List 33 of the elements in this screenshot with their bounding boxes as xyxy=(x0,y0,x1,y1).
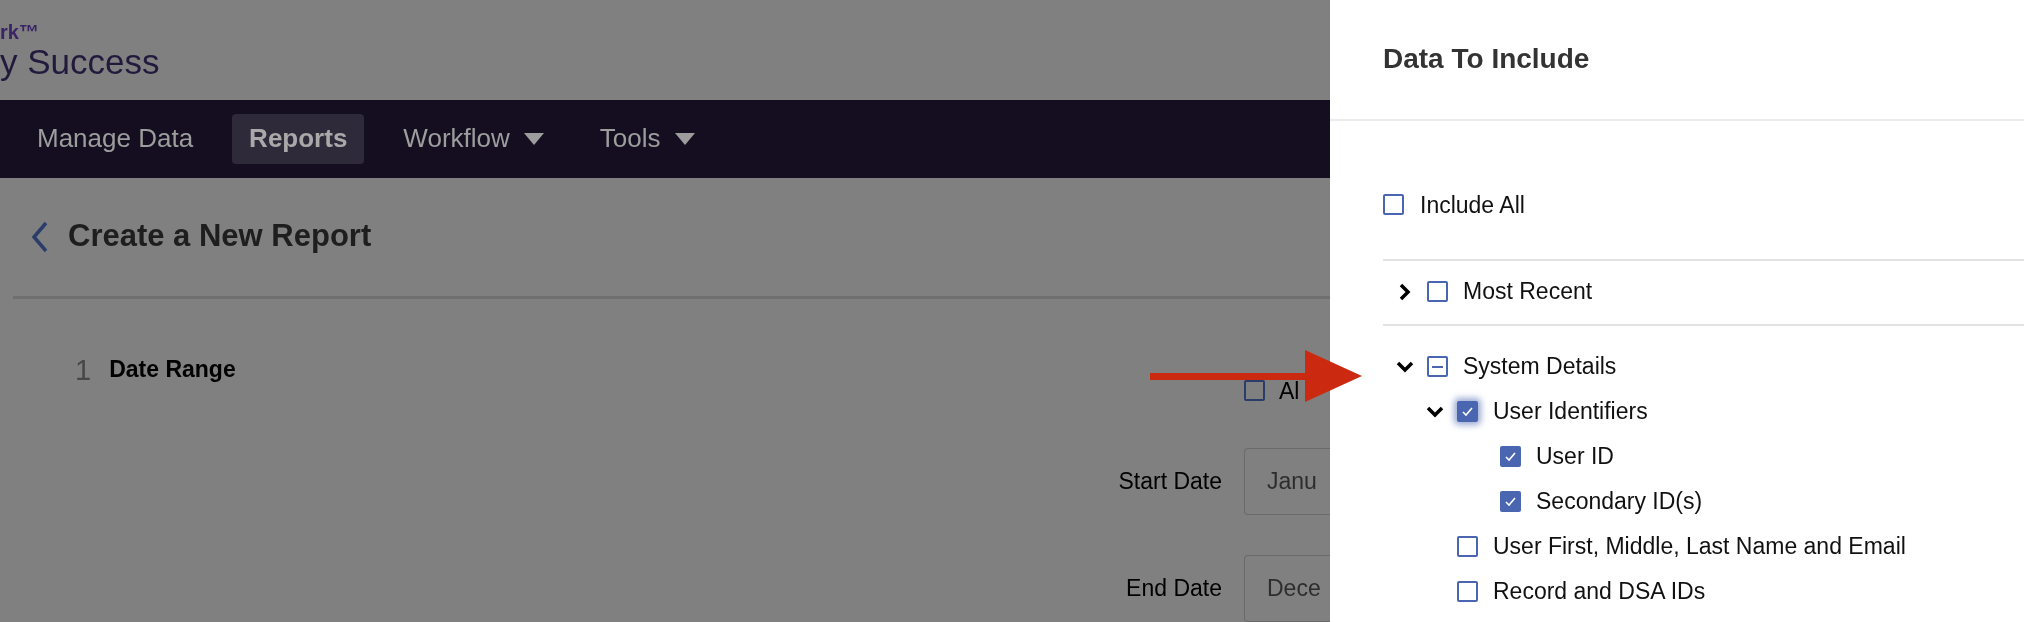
nav-tab[interactable]: Workflow xyxy=(386,113,561,164)
panel-title: Data To Include xyxy=(1383,42,1590,77)
checkbox[interactable] xyxy=(1457,581,1478,602)
checkbox[interactable] xyxy=(1427,281,1448,302)
checkbox-label: Al xyxy=(1279,376,1300,406)
tree-item-label: User Identifiers xyxy=(1493,397,1648,427)
back-chevron-icon[interactable] xyxy=(30,220,50,253)
nav-tab[interactable]: Manage Data xyxy=(20,113,211,164)
checkbox[interactable] xyxy=(1500,491,1521,512)
checkbox[interactable] xyxy=(1457,401,1478,422)
field-label: Start Date xyxy=(1118,467,1222,497)
tree-item-label: System Details xyxy=(1463,352,1617,382)
checkmark-icon xyxy=(1504,495,1517,508)
field-label: End Date xyxy=(1126,574,1222,604)
checkbox[interactable] xyxy=(1383,194,1404,216)
page-title: Create a New Report xyxy=(68,217,372,256)
nav-tab[interactable]: Reports xyxy=(232,113,365,164)
checkmark-icon xyxy=(1461,405,1474,418)
tree-item-label: User First, Middle, Last Name and Email xyxy=(1493,532,1906,562)
step-title: Date Range xyxy=(109,354,236,384)
step-number: 1 xyxy=(75,352,92,388)
checkbox[interactable] xyxy=(1427,356,1448,377)
nav-tab[interactable]: Tools xyxy=(582,113,712,164)
tree-item-label: Most Recent xyxy=(1463,277,1593,307)
tree-item-label: Secondary ID(s) xyxy=(1536,487,1703,517)
tree-item-label: Record and DSA IDs xyxy=(1493,577,1706,607)
checkbox[interactable] xyxy=(1500,446,1521,467)
brand-mark: rk™ xyxy=(0,21,40,42)
checkbox[interactable] xyxy=(1457,536,1478,557)
checkbox-label: Include All xyxy=(1420,190,1525,220)
checkmark-icon xyxy=(1504,450,1517,463)
tree-item-label: User ID xyxy=(1536,442,1614,472)
brand-name: y Success xyxy=(0,43,161,79)
